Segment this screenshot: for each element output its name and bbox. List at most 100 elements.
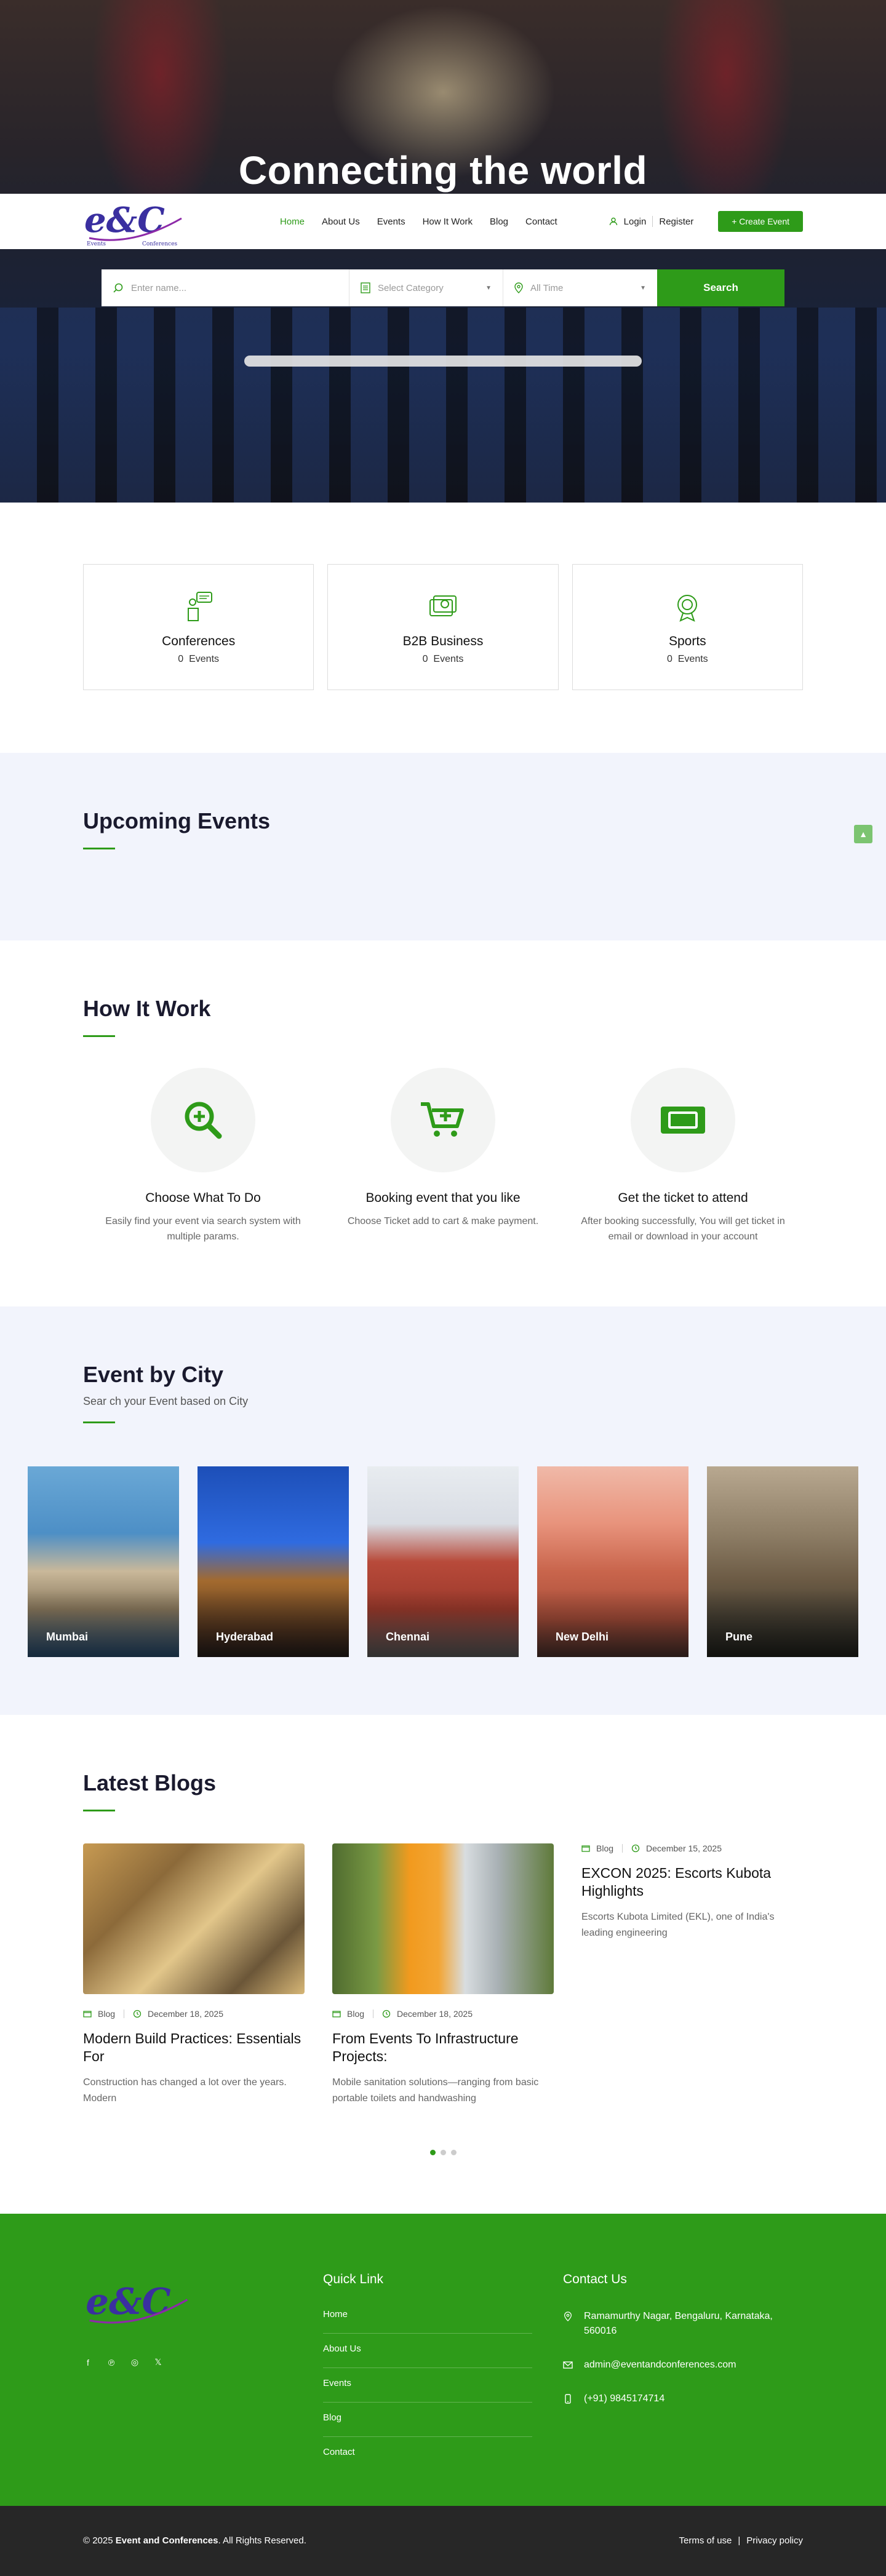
sports-icon xyxy=(677,594,698,622)
footer-link-events[interactable]: Events xyxy=(323,2378,532,2403)
blog-image[interactable] xyxy=(83,1843,305,1994)
carousel-dot[interactable] xyxy=(440,2149,446,2155)
footer-address: Ramamurthy Nagar, Bengaluru, Karnataka, … xyxy=(563,2309,803,2340)
nav-contact[interactable]: Contact xyxy=(525,217,557,227)
search-plus-icon xyxy=(185,1102,222,1139)
business-icon xyxy=(429,595,457,616)
copyright: © 2025 Event and Conferences. All Rights… xyxy=(83,2535,306,2546)
how-step-title: Get the ticket to attend xyxy=(618,1191,748,1205)
category-card-conferences[interactable]: Conferences 0 Events xyxy=(83,564,314,690)
register-link[interactable]: Register xyxy=(659,217,693,227)
blog-category[interactable]: Blog xyxy=(98,2009,115,2019)
nav-about[interactable]: About Us xyxy=(322,217,360,227)
name-search-placeholder: Enter name... xyxy=(131,282,187,293)
blog-card[interactable]: Blog December 18, 2025 Modern Build Prac… xyxy=(83,1843,305,2107)
privacy-link[interactable]: Privacy policy xyxy=(746,2535,803,2546)
blog-meta: Blog December 18, 2025 xyxy=(83,2009,305,2019)
footer-link-contact[interactable]: Contact xyxy=(323,2447,532,2471)
x-twitter-icon[interactable]: 𝕏 xyxy=(153,2357,163,2367)
hero-progress-placeholder xyxy=(244,356,642,367)
location-pin-icon xyxy=(564,2311,572,2321)
section-underline xyxy=(83,1421,115,1423)
blog-excerpt: Construction has changed a lot over the … xyxy=(83,2077,287,2104)
ticket-icon xyxy=(661,1107,705,1134)
site-logo[interactable]: e&C Events Conferences xyxy=(83,194,188,249)
blog-date: December 18, 2025 xyxy=(148,2008,223,2019)
how-step: Get the ticket to attend After booking s… xyxy=(563,1068,803,1245)
chevron-down-icon: ▼ xyxy=(485,284,492,292)
blog-card[interactable]: Blog December 18, 2025 From Events To In… xyxy=(332,1843,554,2107)
time-select[interactable]: All Time ▼ xyxy=(503,269,657,306)
section-subtitle: Sear ch your Event based on City xyxy=(83,1394,249,1407)
city-card-hyderabad[interactable]: Hyderabad xyxy=(198,1466,349,1657)
city-card-chennai[interactable]: Chennai xyxy=(367,1466,519,1657)
hero-title: Connecting the world xyxy=(238,148,648,193)
blog-date: December 15, 2025 xyxy=(646,1843,722,1853)
how-step-text: Easily find your event via search system… xyxy=(105,1216,301,1242)
category-card-sports[interactable]: Sports 0 Events xyxy=(572,564,803,690)
location-pin-icon xyxy=(514,282,523,293)
city-label: Pune xyxy=(725,1630,753,1643)
blog-category[interactable]: Blog xyxy=(596,1843,613,1853)
blog-category[interactable]: Blog xyxy=(347,2009,364,2019)
blog-title[interactable]: EXCON 2025: Escorts Kubota Highlights xyxy=(581,1864,803,1901)
city-card-mumbai[interactable]: Mumbai xyxy=(28,1466,179,1657)
category-count: 0 Events xyxy=(178,653,220,664)
how-step: Choose What To Do Easily find your event… xyxy=(83,1068,323,1245)
carousel-dot[interactable] xyxy=(450,2149,457,2155)
category-count: 0 Events xyxy=(422,653,464,664)
footer-phone[interactable]: (+91) 9845174714 xyxy=(563,2391,803,2407)
city-label: New Delhi xyxy=(556,1630,609,1643)
footer-brand-col: e&C f ℗ ◎ 𝕏 xyxy=(83,2272,323,2481)
category-select[interactable]: Select Category ▼ xyxy=(349,269,503,306)
category-section: Conferences 0 Events B2B Business 0 Even… xyxy=(0,503,886,753)
how-step-icon-circle xyxy=(151,1068,255,1172)
nav-home[interactable]: Home xyxy=(280,217,305,227)
hero-background-image xyxy=(0,0,886,503)
carousel-dot-active[interactable] xyxy=(429,2149,436,2155)
blog-image[interactable] xyxy=(332,1843,554,1994)
clock-icon xyxy=(133,2010,142,2017)
blog-title[interactable]: Modern Build Practices: Essentials For xyxy=(83,2030,305,2067)
footer-email[interactable]: admin@eventandconferences.com xyxy=(563,2358,803,2373)
city-card-new-delhi[interactable]: New Delhi xyxy=(537,1466,688,1657)
section-title: Upcoming Events xyxy=(83,808,271,833)
blog-excerpt: Mobile sanitation solutions—ranging from… xyxy=(332,2077,539,2104)
folder-icon xyxy=(83,2010,92,2017)
search-icon xyxy=(113,283,123,293)
terms-link[interactable]: Terms of use xyxy=(679,2535,732,2546)
auth-divider xyxy=(652,216,653,227)
nav-blog[interactable]: Blog xyxy=(490,217,508,227)
nav-events[interactable]: Events xyxy=(377,217,405,227)
blog-title[interactable]: From Events To Infrastructure Projects: xyxy=(332,2030,554,2067)
city-card-pune[interactable]: Pune xyxy=(707,1466,858,1657)
carousel-dots xyxy=(83,2149,803,2155)
search-button[interactable]: Search xyxy=(657,269,784,306)
footer-contact: Contact Us Ramamurthy Nagar, Bengaluru, … xyxy=(563,2272,803,2481)
section-title: Event by City xyxy=(83,1361,224,1387)
footer-heading: Contact Us xyxy=(563,2272,627,2286)
latest-blogs-section: Latest Blogs Blog December 18, 2025 Mode… xyxy=(0,1715,886,2214)
how-step-icon-circle xyxy=(391,1068,495,1172)
scroll-to-top-button[interactable]: ▲ xyxy=(854,825,872,843)
category-card-b2b[interactable]: B2B Business 0 Events xyxy=(327,564,559,690)
facebook-icon[interactable]: f xyxy=(83,2358,93,2367)
nav-how-it-work[interactable]: How It Work xyxy=(423,217,473,227)
footer-logo[interactable]: e&C xyxy=(83,2272,194,2334)
footer-link-blog[interactable]: Blog xyxy=(323,2412,532,2437)
category-icon xyxy=(361,282,370,293)
instagram-icon[interactable]: ◎ xyxy=(130,2357,140,2367)
section-underline xyxy=(83,848,115,849)
footer-link-home[interactable]: Home xyxy=(323,2309,532,2334)
logo-tag-left: Events xyxy=(87,241,106,247)
pinterest-icon[interactable]: ℗ xyxy=(106,2358,116,2367)
login-link[interactable]: Login xyxy=(624,217,647,227)
section-underline xyxy=(83,1809,115,1811)
name-search-field[interactable]: Enter name... xyxy=(102,269,349,306)
create-event-button[interactable]: + Create Event xyxy=(718,211,803,232)
how-step-title: Choose What To Do xyxy=(145,1191,261,1205)
blog-card[interactable]: Blog December 15, 2025 EXCON 2025: Escor… xyxy=(581,1843,803,2107)
footer-link-about[interactable]: About Us xyxy=(323,2343,532,2368)
category-title: Conferences xyxy=(162,634,236,648)
footer-bottom-bar: © 2025 Event and Conferences. All Rights… xyxy=(0,2505,886,2576)
